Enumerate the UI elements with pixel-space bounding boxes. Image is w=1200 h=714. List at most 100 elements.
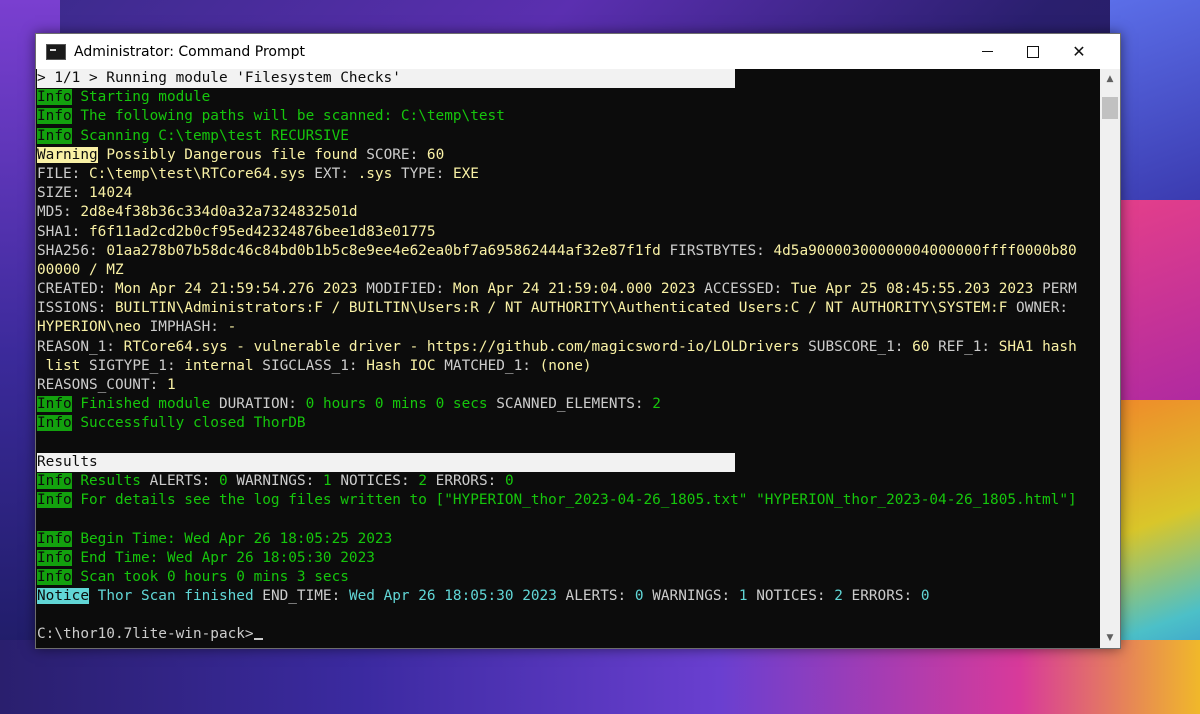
field-value: 00000 / MZ (37, 261, 124, 278)
field-value: 0 (218, 472, 228, 489)
command-prompt: C:\thor10.7lite-win-pack> (37, 626, 254, 643)
console-line: Info Successfully closed ThorDB (36, 414, 1100, 433)
field-value: BUILTIN\Administrators:F / BUILTIN\Users… (114, 300, 1008, 317)
info-tag: Info (37, 568, 72, 585)
vertical-scrollbar[interactable]: ▲ ▼ (1100, 69, 1120, 648)
cmd-window: Administrator: Command Prompt ✕ > 1/1 > … (35, 33, 1121, 649)
field-key: ALERTS: (149, 472, 211, 489)
console-line: FILE: C:\temp\test\RTCore64.sys EXT: .sy… (36, 165, 1100, 184)
field-key: CREATED: (37, 281, 107, 298)
console-line: Info Begin Time: Wed Apr 26 18:05:25 202… (36, 530, 1100, 549)
field-value: Mon Apr 24 21:59:04.000 2023 (452, 281, 696, 298)
prompt-line[interactable]: C:\thor10.7lite-win-pack> (36, 625, 1100, 644)
scroll-up-icon[interactable]: ▲ (1100, 69, 1120, 89)
info-tag: Info (37, 127, 72, 144)
field-value: Wed Apr 26 18:05:30 2023 (348, 588, 557, 605)
field-key: ACCESSED: (704, 281, 783, 298)
info-tag: Info (37, 472, 72, 489)
field-value: Mon Apr 24 21:59:54.276 2023 (114, 281, 358, 298)
field-key: END_TIME: (262, 588, 341, 605)
field-key: SHA1: (37, 223, 81, 240)
field-key: REASON_1: (37, 338, 115, 355)
field-key: NOTICES: (340, 472, 410, 489)
log-message: End Time: Wed Apr 26 18:05:30 2023 (80, 549, 375, 566)
field-key: SCORE: (366, 146, 419, 163)
field-key: WARNINGS: (236, 472, 315, 489)
console-output[interactable]: > 1/1 > Running module 'Filesystem Check… (36, 69, 1100, 648)
log-message: Finished module (80, 396, 211, 413)
minimize-icon (981, 51, 993, 52)
log-message: Begin Time: Wed Apr 26 18:05:25 2023 (80, 530, 393, 547)
field-value: - (227, 319, 237, 336)
minimize-button[interactable] (964, 34, 1010, 69)
results-header: Results (37, 452, 735, 472)
console-line: SHA256: 01aa278b07b58dc46c84bd0b1b5c8e9e… (36, 242, 1100, 261)
field-value: HYPERION\neo (37, 319, 141, 336)
field-value: 60 (912, 338, 930, 355)
field-value: list (37, 357, 81, 374)
scroll-thumb[interactable] (1102, 97, 1118, 119)
console-line: Info Finished module DURATION: 0 hours 0… (36, 395, 1100, 414)
console-line: REASONS_COUNT: 1 (36, 376, 1100, 395)
field-value: 2 (418, 472, 427, 489)
field-key: OWNER: (1016, 300, 1069, 317)
console-line: REASON_1: RTCore64.sys - vulnerable driv… (36, 338, 1100, 357)
field-value: EXE (452, 165, 479, 182)
log-message: Scanning C:\temp\test RECURSIVE (80, 127, 349, 144)
field-value: internal (184, 357, 254, 374)
maximize-button[interactable] (1010, 34, 1056, 69)
console-line: Info Starting module (36, 88, 1100, 107)
field-key: WARNINGS: (652, 588, 731, 605)
field-value: C:\temp\test\RTCore64.sys (89, 165, 306, 182)
field-key: ERRORS: (851, 588, 913, 605)
module-header: > 1/1 > Running module 'Filesystem Check… (37, 69, 735, 89)
info-tag: Info (37, 89, 72, 106)
field-value: 0 (504, 472, 514, 489)
console-line: Info Results ALERTS: 0 WARNINGS: 1 NOTIC… (36, 472, 1100, 491)
console-line: MD5: 2d8e4f38b36c334d0a32a7324832501d (36, 203, 1100, 222)
field-key: SUBSCORE_1: (808, 338, 904, 355)
console-line: Info For details see the log files writt… (36, 491, 1100, 510)
title-bar[interactable]: Administrator: Command Prompt ✕ (36, 34, 1120, 69)
console-line: Info Scan took 0 hours 0 mins 3 secs (36, 568, 1100, 587)
field-value: (none) (539, 357, 592, 374)
info-tag: Info (37, 492, 72, 509)
log-message: Successfully closed ThorDB (80, 415, 306, 432)
field-key: IMPHASH: (149, 319, 219, 336)
field-key: SCANNED_ELEMENTS: (496, 396, 644, 413)
console-line: 00000 / MZ (36, 261, 1100, 280)
info-tag: Info (37, 415, 72, 432)
field-key: MODIFIED: (366, 281, 445, 298)
field-key: SIGTYPE_1: (89, 357, 176, 374)
field-value: 2 (834, 588, 843, 605)
console-line: Info The following paths will be scanned… (36, 107, 1100, 126)
field-key: MD5: (37, 204, 72, 221)
close-button[interactable]: ✕ (1056, 34, 1102, 69)
scroll-down-icon[interactable]: ▼ (1100, 628, 1120, 648)
console-line: > 1/1 > Running module 'Filesystem Check… (36, 69, 1100, 89)
field-key: MATCHED_1: (444, 357, 531, 374)
wallpaper-right-mid (1110, 200, 1200, 400)
console-line: Info Scanning C:\temp\test RECURSIVE (36, 127, 1100, 146)
console-line: SIZE: 14024 (36, 184, 1100, 203)
field-value: .sys (357, 165, 393, 182)
info-tag: Info (37, 108, 72, 125)
cmd-app-icon[interactable] (46, 43, 66, 60)
field-key: REASONS_COUNT: (37, 377, 159, 393)
field-value: Hash IOC (366, 357, 436, 374)
info-tag: Info (37, 530, 72, 547)
console-line: Warning Possibly Dangerous file found SC… (36, 146, 1100, 165)
field-key: TYPE: (400, 165, 445, 182)
field-key: FIRSTBYTES: (669, 242, 765, 259)
field-key: SIZE: (37, 185, 81, 202)
field-key: EXT: (314, 165, 349, 182)
field-key: NOTICES: (756, 588, 826, 605)
field-value: 2 (652, 396, 661, 413)
wallpaper-bottom (0, 640, 1200, 714)
console-line: HYPERION\neo IMPHASH: - (36, 318, 1100, 337)
info-tag: Info (37, 396, 72, 413)
log-message: Results (80, 472, 141, 489)
field-value: 01aa278b07b58dc46c84bd0b1b5c8e9ee4e62ea0… (106, 242, 661, 259)
